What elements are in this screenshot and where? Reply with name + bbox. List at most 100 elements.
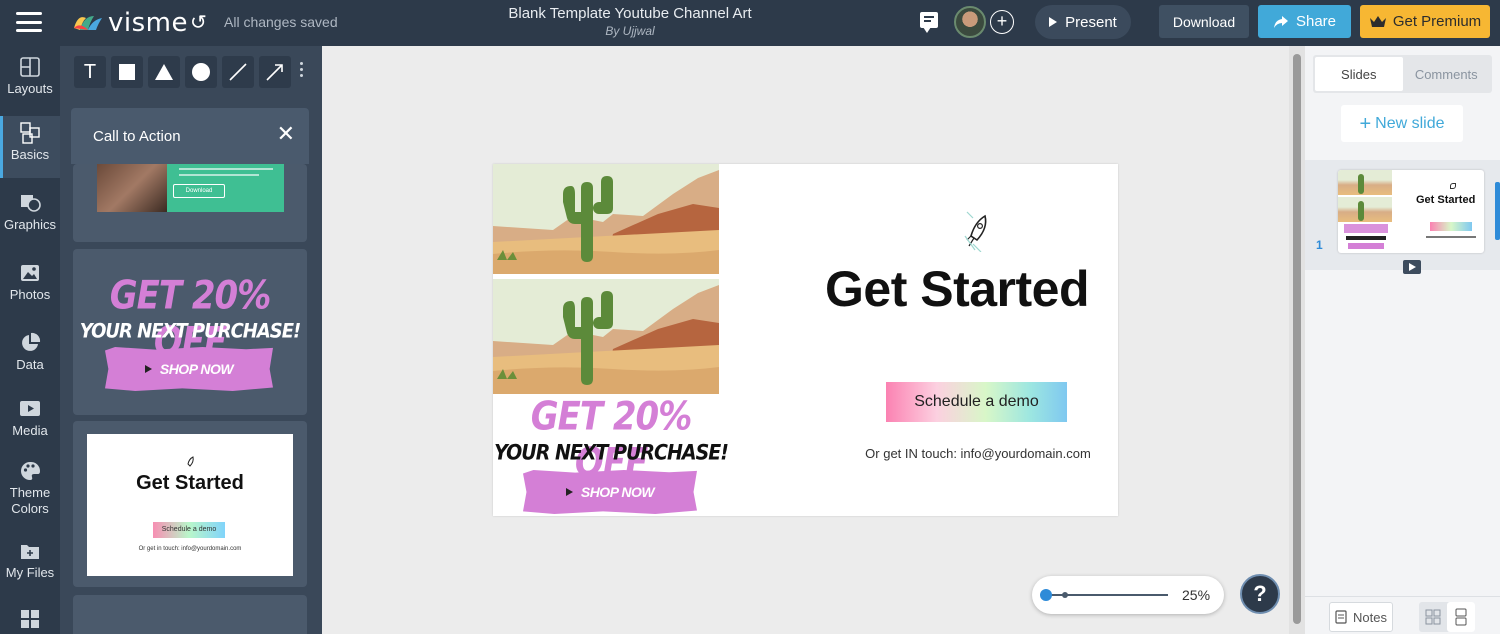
template-title: Get Started (136, 472, 244, 494)
cta-template-card-2[interactable]: GET 20% OFF YOUR NEXT PURCHASE! SHOP NOW (73, 249, 307, 415)
rectangle-tool[interactable] (111, 56, 143, 88)
present-button[interactable]: Present (1035, 5, 1131, 39)
desert-image[interactable] (493, 279, 719, 394)
triangle-tool[interactable] (148, 56, 180, 88)
zoom-level: 25% (1182, 587, 1211, 603)
get-premium-button[interactable]: Get Premium (1360, 5, 1490, 38)
tab-slides[interactable]: Slides (1315, 57, 1403, 91)
grid-view-icon[interactable] (1419, 602, 1447, 632)
save-status: All changes saved (224, 14, 338, 30)
list-view-icon[interactable] (1447, 602, 1475, 632)
document-title[interactable]: Blank Template Youtube Channel Art (470, 5, 790, 22)
new-slide-button[interactable]: + New slide (1341, 105, 1463, 142)
layout-icon (20, 57, 40, 77)
present-label: Present (1065, 13, 1117, 31)
comment-icon[interactable] (920, 12, 938, 33)
slide-shop-button[interactable]: SHOP NOW (523, 470, 697, 514)
template-contact: Or get in touch: info@yourdomain.com (138, 546, 242, 552)
sidebar-item-apps[interactable] (0, 608, 60, 632)
sidebar-item-my-files[interactable]: My Files (0, 540, 60, 590)
elements-panel: T Download GET 20% OFF YOUR NEXT PURCHAS… (60, 46, 322, 634)
promo-subheadline: YOUR NEXT PURCHASE! (79, 319, 302, 344)
shape-tools: T (74, 56, 291, 88)
thumb-demo-button (1430, 222, 1472, 231)
media-icon (20, 401, 40, 416)
slide-transition-icon[interactable] (1403, 260, 1421, 274)
cta-template-card-4[interactable] (73, 595, 307, 634)
sidebar-item-data[interactable]: Data (0, 332, 60, 382)
more-tools-icon[interactable] (300, 62, 304, 80)
close-icon[interactable]: ✕ (277, 122, 295, 146)
slide-thumbnail-row[interactable]: 1 Get Started (1305, 160, 1500, 274)
shop-label: SHOP NOW (580, 484, 655, 500)
arrow-icon (266, 64, 283, 81)
photo-icon (21, 265, 39, 281)
sidebar-label: Media (12, 423, 48, 438)
template-download-button: Download (173, 184, 225, 198)
sidebar-item-graphics[interactable]: Graphics (0, 192, 60, 242)
sidebar-label: Theme (9, 485, 51, 500)
cactus-illustration (493, 279, 719, 394)
slide-thumbnail[interactable]: Get Started (1338, 170, 1484, 253)
tab-comments[interactable]: Comments (1403, 57, 1491, 91)
help-button[interactable]: ? (1240, 574, 1280, 614)
premium-label: Get Premium (1392, 13, 1482, 30)
slide-contact-text[interactable]: Or get IN touch: info@yourdomain.com (833, 446, 1118, 461)
visme-logo[interactable]: visme (72, 8, 188, 38)
avatar[interactable] (954, 6, 986, 38)
desert-image[interactable] (493, 164, 719, 274)
category-title: Call to Action (93, 128, 181, 145)
download-button[interactable]: Download (1159, 5, 1249, 38)
slide-headline[interactable]: Get Started (825, 260, 1118, 318)
play-icon (144, 365, 152, 373)
sidebar-label: Photos (9, 287, 51, 302)
rocket-icon[interactable] (961, 210, 991, 252)
thumb-desert-image (1338, 170, 1392, 195)
zoom-marker (1062, 592, 1068, 598)
promo-shop-button: SHOP NOW (105, 347, 273, 391)
add-collaborator-icon[interactable]: + (990, 10, 1014, 34)
sidebar-item-media[interactable]: Media (0, 398, 60, 448)
text-tool[interactable]: T (74, 56, 106, 88)
circle-tool[interactable] (185, 56, 217, 88)
canvas-scrollbar[interactable] (1289, 46, 1305, 634)
crown-icon (1369, 15, 1386, 27)
sidebar-label: Graphics (3, 217, 57, 232)
play-icon (1049, 17, 1058, 27)
canvas-area[interactable]: GET 20% OFF YOUR NEXT PURCHASE! SHOP NOW… (322, 46, 1289, 634)
pie-chart-icon (22, 332, 41, 351)
notes-button[interactable]: Notes (1329, 602, 1393, 632)
share-button[interactable]: Share (1258, 5, 1351, 38)
sidebar-item-basics[interactable]: Basics (0, 116, 60, 178)
slide-canvas[interactable]: GET 20% OFF YOUR NEXT PURCHASE! SHOP NOW… (493, 164, 1118, 516)
menu-icon[interactable] (16, 12, 42, 32)
template-preview: Get Started Schedule a demo Or get in to… (87, 434, 293, 576)
line-tool[interactable] (222, 56, 254, 88)
slide-promo-group[interactable]: GET 20% OFF YOUR NEXT PURCHASE! SHOP NOW (493, 394, 729, 516)
sidebar-label-line2: Colors (11, 501, 49, 516)
sidebar-item-theme-colors[interactable]: Theme Colors (0, 460, 60, 526)
thumbnail-scroll-indicator (1495, 182, 1500, 240)
thumb-promo (1344, 224, 1388, 233)
play-icon (565, 488, 573, 496)
palette-icon (21, 461, 41, 480)
person-photo (97, 164, 167, 212)
thumb-title: Get Started (1416, 194, 1476, 206)
slide-promo-subheadline[interactable]: YOUR NEXT PURCHASE! (493, 441, 729, 465)
slide-demo-button[interactable]: Schedule a demo (886, 382, 1067, 422)
cta-template-card-1[interactable]: Download (73, 164, 307, 242)
grid-icon (21, 610, 39, 628)
sidebar-item-photos[interactable]: Photos (0, 262, 60, 312)
panel-tabs: Slides Comments (1313, 55, 1492, 93)
undo-icon[interactable]: ↺ (190, 10, 207, 35)
folder-icon (21, 545, 39, 559)
zoom-slider-handle[interactable] (1040, 589, 1052, 601)
template-demo-button: Schedule a demo (153, 522, 225, 538)
notes-label: Notes (1353, 609, 1387, 625)
sidebar-item-layouts[interactable]: Layouts (0, 56, 60, 106)
arrow-tool[interactable] (259, 56, 291, 88)
view-toggle (1419, 602, 1475, 632)
logo-text: visme (108, 8, 188, 38)
template-preview: Download (97, 164, 284, 212)
cta-template-card-3[interactable]: Get Started Schedule a demo Or get in to… (73, 421, 307, 587)
